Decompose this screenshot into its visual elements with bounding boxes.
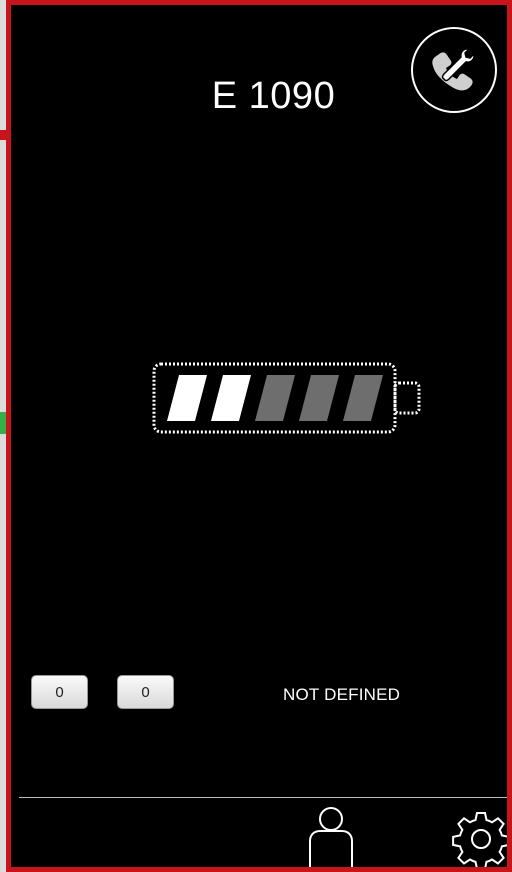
battery-indicator (151, 361, 431, 446)
service-settings-button[interactable] (411, 27, 497, 113)
settings-button[interactable] (451, 809, 507, 867)
battery-segment-empty (255, 375, 295, 421)
counter-box-2[interactable]: 0 (117, 675, 174, 709)
bottom-divider (19, 797, 507, 798)
battery-segment-empty (343, 375, 383, 421)
gear-icon (452, 812, 507, 867)
battery-segment-filled (167, 375, 207, 421)
person-icon (309, 807, 353, 867)
status-text: NOT DEFINED (283, 685, 401, 704)
battery-segment-filled (211, 375, 251, 421)
battery-icon (152, 362, 421, 434)
profile-button[interactable] (306, 805, 356, 867)
phone-wrench-icon (432, 48, 475, 91)
app-window-frame: E 1090 0 0 NOT DEFINED (6, 0, 512, 872)
counter-box-1[interactable]: 0 (31, 675, 88, 709)
battery-segment-empty (299, 375, 339, 421)
app-screen: E 1090 0 0 NOT DEFINED (11, 5, 507, 867)
